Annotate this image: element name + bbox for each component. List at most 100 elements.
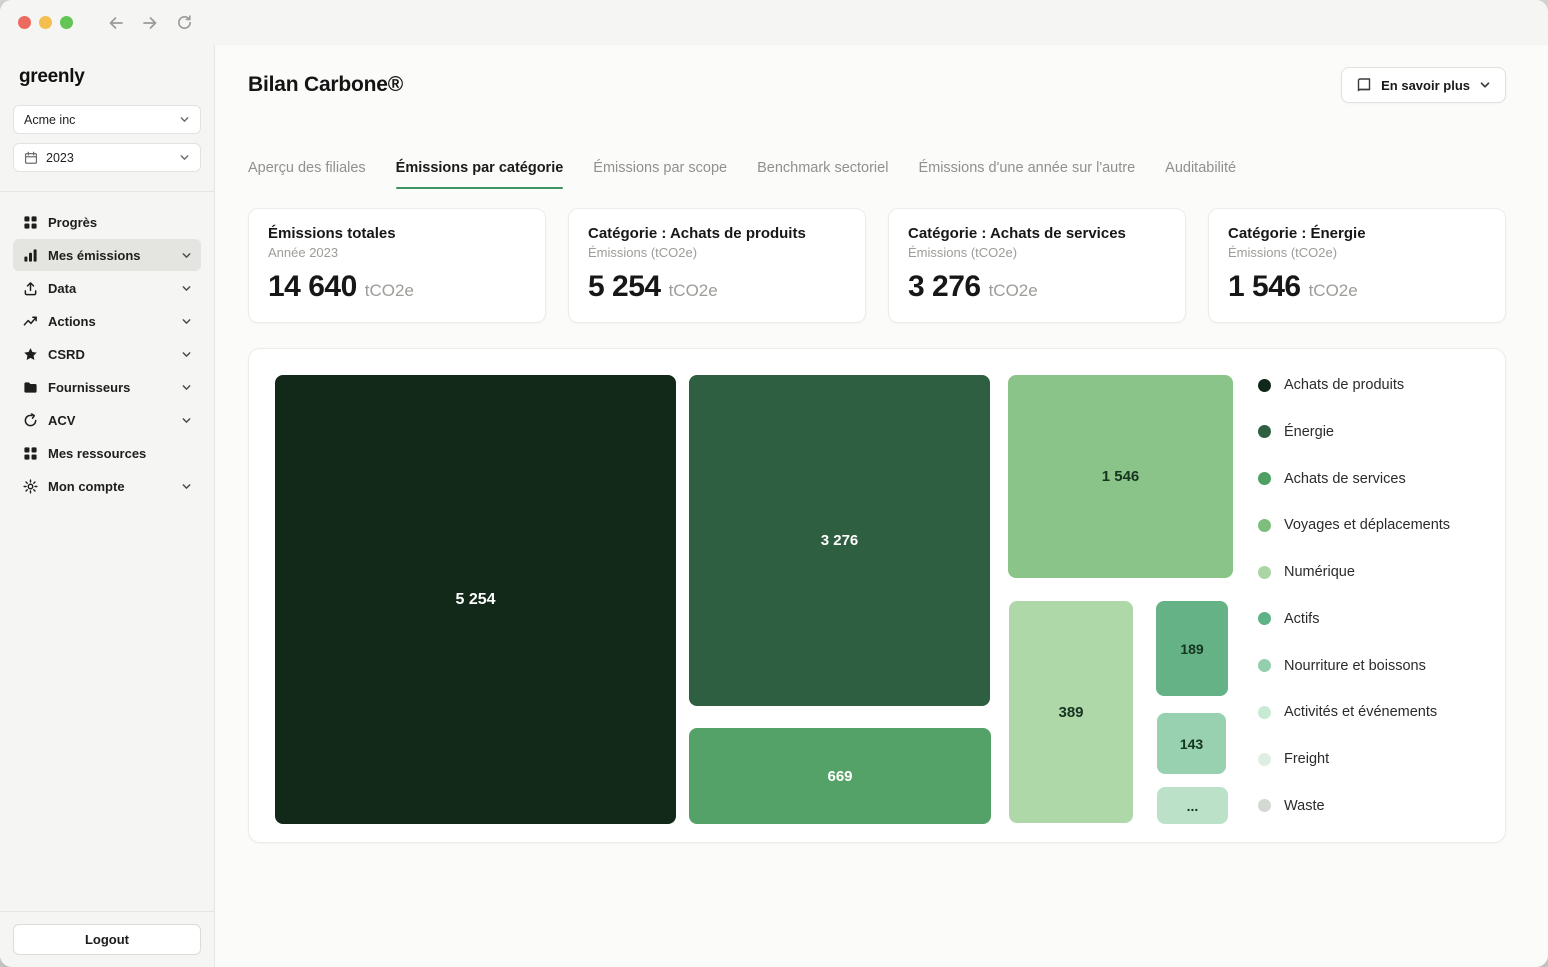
legend-item-waste[interactable]: Waste (1258, 796, 1479, 816)
tab-emissions-par-scope[interactable]: Émissions par scope (593, 160, 727, 189)
learn-more-button[interactable]: En savoir plus (1341, 67, 1506, 103)
minimize-window-button[interactable] (39, 16, 52, 29)
back-button[interactable] (103, 10, 129, 36)
stat-card-title: Émissions totales (268, 225, 526, 242)
chevron-down-icon (181, 415, 192, 426)
browser-nav-buttons (103, 10, 197, 36)
tab-benchmark-sectoriel[interactable]: Benchmark sectoriel (757, 160, 888, 189)
legend-item-voyages-et-deplacements[interactable]: Voyages et déplacements (1258, 515, 1479, 535)
folder-icon (22, 380, 38, 395)
stat-card-subtitle: Émissions (tCO2e) (908, 245, 1166, 260)
tab-apercu-des-filiales[interactable]: Aperçu des filiales (248, 160, 366, 189)
treemap-block-143[interactable]: 143 (1157, 713, 1226, 774)
tab-emissions-annee-sur-autre[interactable]: Émissions d'une année sur l'autre (918, 160, 1135, 189)
legend-item-energie[interactable]: Énergie (1258, 422, 1479, 442)
treemap-chart-card: 5 254 3 276 669 1 546 389 189 143 ... Ac… (248, 348, 1506, 843)
chevron-down-icon (181, 283, 192, 294)
stat-card-value: 5 254 (588, 270, 661, 304)
legend-item-freight[interactable]: Freight (1258, 749, 1479, 769)
legend-item-achats-de-services[interactable]: Achats de services (1258, 469, 1479, 489)
sidebar-item-label: ACV (48, 413, 75, 428)
legend-item-actifs[interactable]: Actifs (1258, 609, 1479, 629)
chevron-down-icon (181, 481, 192, 492)
legend-swatch (1258, 425, 1271, 438)
tab-emissions-par-categorie[interactable]: Émissions par catégorie (396, 160, 564, 189)
legend-label: Waste (1284, 796, 1325, 816)
chevron-down-icon (181, 316, 192, 327)
chevron-down-icon (179, 152, 190, 163)
chevron-down-icon (181, 250, 192, 261)
app-window: greenly Acme inc 2023 (0, 0, 1548, 967)
sidebar-item-fournisseurs[interactable]: Fournisseurs (13, 371, 201, 403)
stat-card-subtitle: Émissions (tCO2e) (1228, 245, 1486, 260)
sidebar-item-acv[interactable]: ACV (13, 404, 201, 436)
sidebar-menu: Progrès Mes émissions Data (13, 206, 201, 502)
legend-item-nourriture-et-boissons[interactable]: Nourriture et boissons (1258, 656, 1479, 676)
sidebar-item-mon-compte[interactable]: Mon compte (13, 470, 201, 502)
stat-card-achats-de-produits: Catégorie : Achats de produits Émissions… (568, 208, 866, 323)
sidebar-item-label: Mon compte (48, 479, 125, 494)
sidebar-item-label: CSRD (48, 347, 85, 362)
refresh-icon (176, 14, 193, 31)
sidebar-item-label: Progrès (48, 215, 97, 230)
logout-button[interactable]: Logout (13, 924, 201, 955)
legend-label: Achats de services (1284, 469, 1406, 489)
forward-button[interactable] (137, 10, 163, 36)
app-body: greenly Acme inc 2023 (0, 45, 1548, 967)
gear-icon (22, 479, 38, 494)
close-window-button[interactable] (18, 16, 31, 29)
year-selector[interactable]: 2023 (13, 143, 201, 172)
treemap-block-669[interactable]: 669 (689, 728, 991, 824)
tab-bar: Aperçu des filiales Émissions par catégo… (248, 160, 1506, 189)
refresh-button[interactable] (171, 10, 197, 36)
sidebar: greenly Acme inc 2023 (0, 45, 215, 967)
treemap-block-more[interactable]: ... (1157, 787, 1228, 824)
chart-legend: Achats de produits Énergie Achats de ser… (1233, 375, 1479, 816)
sidebar-item-mes-emissions[interactable]: Mes émissions (13, 239, 201, 271)
treemap-chart: 5 254 3 276 669 1 546 389 189 143 ... (275, 375, 1233, 824)
legend-item-activites-et-evenements[interactable]: Activités et événements (1258, 702, 1479, 722)
chevron-down-icon (181, 349, 192, 360)
star-icon (22, 347, 38, 362)
zoom-window-button[interactable] (60, 16, 73, 29)
stat-card-unit: tCO2e (669, 281, 718, 301)
forward-arrow-icon (141, 14, 159, 32)
sidebar-divider (0, 191, 214, 192)
company-selector-value: Acme inc (24, 113, 75, 127)
greenly-logo: greenly (13, 57, 201, 105)
sidebar-item-mes-ressources[interactable]: Mes ressources (13, 437, 201, 469)
bar-chart-icon (22, 248, 38, 263)
year-selector-value: 2023 (46, 151, 74, 165)
stat-card-value: 1 546 (1228, 270, 1301, 304)
treemap-block-energie[interactable]: 1 546 (1008, 375, 1233, 578)
page-header: Bilan Carbone® En savoir plus (248, 67, 1506, 103)
sidebar-item-label: Fournisseurs (48, 380, 130, 395)
page-title: Bilan Carbone® (248, 73, 403, 97)
sidebar-item-csrd[interactable]: CSRD (13, 338, 201, 370)
stat-card-unit: tCO2e (1309, 281, 1358, 301)
trend-icon (22, 314, 38, 329)
stat-card-title: Catégorie : Énergie (1228, 225, 1486, 242)
stat-card-unit: tCO2e (365, 281, 414, 301)
treemap-block-achats-de-produits[interactable]: 5 254 (275, 375, 676, 824)
recycle-icon (22, 413, 38, 428)
legend-swatch (1258, 472, 1271, 485)
stat-card-title: Catégorie : Achats de produits (588, 225, 846, 242)
treemap-block-389[interactable]: 389 (1009, 601, 1133, 823)
browser-titlebar (0, 0, 1548, 45)
legend-item-achats-de-produits[interactable]: Achats de produits (1258, 375, 1479, 395)
stat-card-value: 3 276 (908, 270, 981, 304)
legend-swatch (1258, 753, 1271, 766)
sidebar-item-label: Mes émissions (48, 248, 141, 263)
treemap-block-achats-de-services[interactable]: 3 276 (689, 375, 990, 706)
legend-item-numerique[interactable]: Numérique (1258, 562, 1479, 582)
sidebar-item-progres[interactable]: Progrès (13, 206, 201, 238)
stat-card-subtitle: Émissions (tCO2e) (588, 245, 846, 260)
stat-card-value: 14 640 (268, 270, 357, 304)
treemap-block-189[interactable]: 189 (1156, 601, 1228, 696)
tab-auditabilite[interactable]: Auditabilité (1165, 160, 1236, 189)
sidebar-item-actions[interactable]: Actions (13, 305, 201, 337)
sidebar-item-data[interactable]: Data (13, 272, 201, 304)
company-selector[interactable]: Acme inc (13, 105, 201, 134)
legend-swatch (1258, 612, 1271, 625)
